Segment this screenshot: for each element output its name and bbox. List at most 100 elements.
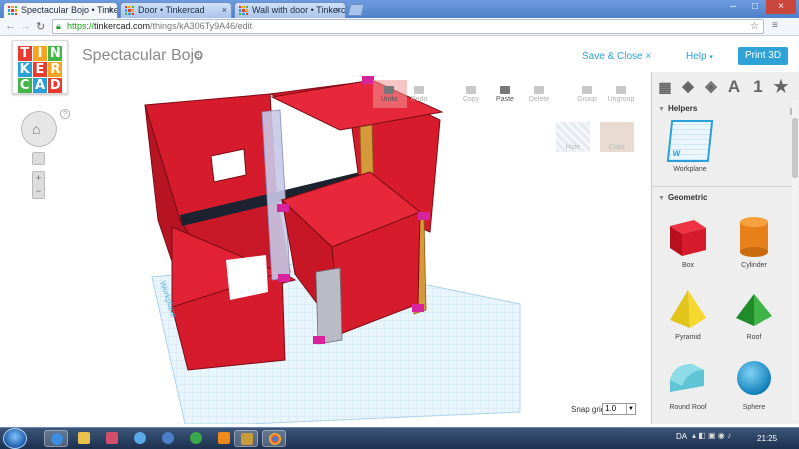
- group-button[interactable]: Group: [572, 86, 602, 103]
- steel-plate[interactable]: [315, 267, 343, 345]
- back-arrow-icon[interactable]: ←: [5, 20, 16, 32]
- start-button[interactable]: [3, 428, 27, 449]
- taskbar-explorer-icon[interactable]: [72, 430, 96, 447]
- delete-button[interactable]: Delete: [524, 86, 554, 103]
- menu-icon[interactable]: ≡: [772, 20, 778, 31]
- close-tab-icon[interactable]: ×: [222, 3, 227, 17]
- taskbar-chrome-icon[interactable]: [262, 430, 286, 447]
- logo-letter-tile: A: [32, 77, 48, 93]
- zoom-control[interactable]: + −: [32, 171, 45, 199]
- paste-label: Paste: [496, 96, 514, 103]
- panel-scrollbar[interactable]: [792, 100, 798, 420]
- home-view-icon[interactable]: ⌂: [32, 121, 40, 137]
- close-window-button[interactable]: ×: [766, 0, 796, 14]
- snap-grid-select[interactable]: 1.0 ▼: [602, 403, 636, 415]
- taskbar-tool-icon[interactable]: [234, 430, 258, 447]
- taskbar-browser-icon[interactable]: [128, 430, 152, 447]
- tray-icons[interactable]: ▴ ◧ ▣ ◉ ♪: [692, 431, 731, 440]
- close-tab-icon[interactable]: ×: [108, 3, 113, 17]
- lock-icon: 🔒︎: [56, 21, 61, 31]
- gear-icon[interactable]: ⚙: [193, 48, 204, 62]
- browser-tab-label: Wall with door • Tinkercad: [252, 5, 346, 15]
- shape-sphere[interactable]: Sphere: [724, 356, 784, 411]
- number-tab[interactable]: 1: [747, 76, 769, 98]
- browser-tab-wall-with-door[interactable]: Wall with door • Tinkercad ×: [234, 2, 346, 18]
- paste-icon: [500, 86, 510, 94]
- paste-button[interactable]: Paste: [490, 86, 520, 103]
- tinkercad-logo[interactable]: TINKERCAD: [12, 40, 68, 94]
- taskbar-clock[interactable]: 21:25: [757, 434, 777, 443]
- fit-view-button[interactable]: [32, 152, 45, 165]
- color-swatch[interactable]: Color: [600, 122, 634, 152]
- shape-cylinder[interactable]: Cylinder: [724, 214, 784, 269]
- divider: [652, 186, 799, 187]
- ungroup-label: Ungroup: [607, 96, 635, 103]
- workplane-helper-label: Workplane: [673, 166, 707, 173]
- cube-tab-icon[interactable]: ◆: [677, 76, 699, 98]
- cylinder-label: Cylinder: [741, 262, 767, 269]
- save-close-link[interactable]: Save & Close ×: [582, 51, 651, 62]
- text-tab[interactable]: A: [723, 76, 745, 98]
- group-label: Group: [577, 96, 597, 103]
- print-3d-button[interactable]: Print 3D: [738, 47, 788, 65]
- round-roof-icon: [670, 364, 704, 392]
- forward-arrow-icon[interactable]: →: [20, 20, 31, 32]
- panel-scrollbar-thumb[interactable]: [792, 118, 798, 178]
- hole-swatch[interactable]: Hole: [556, 122, 590, 152]
- logo-letter-tile: R: [48, 61, 63, 77]
- taskbar-app-icon[interactable]: [156, 430, 180, 447]
- url-host: tinkercad.com: [94, 21, 151, 31]
- taskbar-ie-icon[interactable]: [44, 430, 68, 447]
- delete-icon: [534, 86, 544, 94]
- shape-pyramid[interactable]: Pyramid: [658, 286, 718, 341]
- box-label: Box: [681, 262, 695, 269]
- tinkercad-favicon-icon: [8, 6, 17, 15]
- close-tab-icon[interactable]: ×: [336, 3, 341, 17]
- minimize-window-button[interactable]: –: [722, 0, 744, 14]
- geometric-title: Geometric: [667, 193, 708, 202]
- delete-label: Delete: [528, 96, 550, 103]
- taskbar-green-app-icon[interactable]: [184, 430, 208, 447]
- undo-button[interactable]: Undo: [374, 86, 404, 103]
- shape-round-roof[interactable]: Round Roof: [658, 356, 718, 411]
- ungroup-button[interactable]: Ungroup: [606, 86, 636, 103]
- star-tab-icon[interactable]: ★: [770, 76, 792, 98]
- snap-grid-value: 1.0: [605, 404, 617, 413]
- shapes-tab-icon[interactable]: ◈: [700, 76, 722, 98]
- keyboard-language[interactable]: DA: [676, 432, 687, 441]
- tinkercad-favicon-icon: [239, 6, 248, 15]
- geometric-header[interactable]: ▼ Geometric: [658, 193, 708, 202]
- zoom-out-icon[interactable]: −: [36, 186, 41, 196]
- view-navigation-wheel[interactable]: ⌂: [21, 111, 57, 147]
- shape-box[interactable]: Box: [658, 214, 718, 269]
- help-label: Help: [686, 51, 707, 62]
- bookmark-star-icon[interactable]: ☆: [750, 20, 759, 33]
- taskbar-vlc-icon[interactable]: [212, 430, 236, 447]
- taskbar-paint-icon[interactable]: [100, 430, 124, 447]
- new-tab-button[interactable]: [347, 4, 365, 16]
- shape-roof[interactable]: Roof: [724, 286, 784, 341]
- address-bar[interactable]: 🔒︎ https://tinkercad.com/things/kA306Ty9…: [52, 19, 764, 34]
- copy-button[interactable]: Copy: [456, 86, 486, 103]
- design-title[interactable]: Spectacular Bojo: [82, 47, 203, 65]
- workplane-tab-icon[interactable]: ▦: [654, 76, 676, 98]
- workplane-helper[interactable]: W Workplane: [660, 120, 720, 173]
- reload-icon[interactable]: ↻: [36, 20, 45, 33]
- help-question-icon[interactable]: ?: [60, 109, 70, 119]
- 3d-viewport[interactable]: Workplane: [0, 72, 650, 424]
- roof-label: Roof: [746, 334, 762, 341]
- zoom-in-icon[interactable]: +: [36, 173, 41, 183]
- helpers-header[interactable]: ▼ Helpers: [658, 104, 697, 113]
- browser-tab-label: Spectacular Bojo • Tinkerca: [21, 5, 117, 15]
- help-menu[interactable]: Help ▾: [686, 51, 713, 62]
- redo-button[interactable]: Redo: [404, 86, 434, 103]
- color-label: Color: [608, 144, 626, 151]
- browser-tab-spectacular-bojo[interactable]: Spectacular Bojo • Tinkerca ×: [3, 2, 118, 18]
- maximize-window-button[interactable]: □: [744, 0, 766, 14]
- triangle-down-icon: ▼: [658, 106, 665, 113]
- undo-icon: [384, 86, 394, 94]
- sphere-icon: [737, 361, 771, 395]
- browser-tab-door[interactable]: Door • Tinkercad ×: [120, 2, 232, 18]
- logo-letter-tile: I: [32, 45, 48, 61]
- url-scheme: https://: [67, 21, 95, 31]
